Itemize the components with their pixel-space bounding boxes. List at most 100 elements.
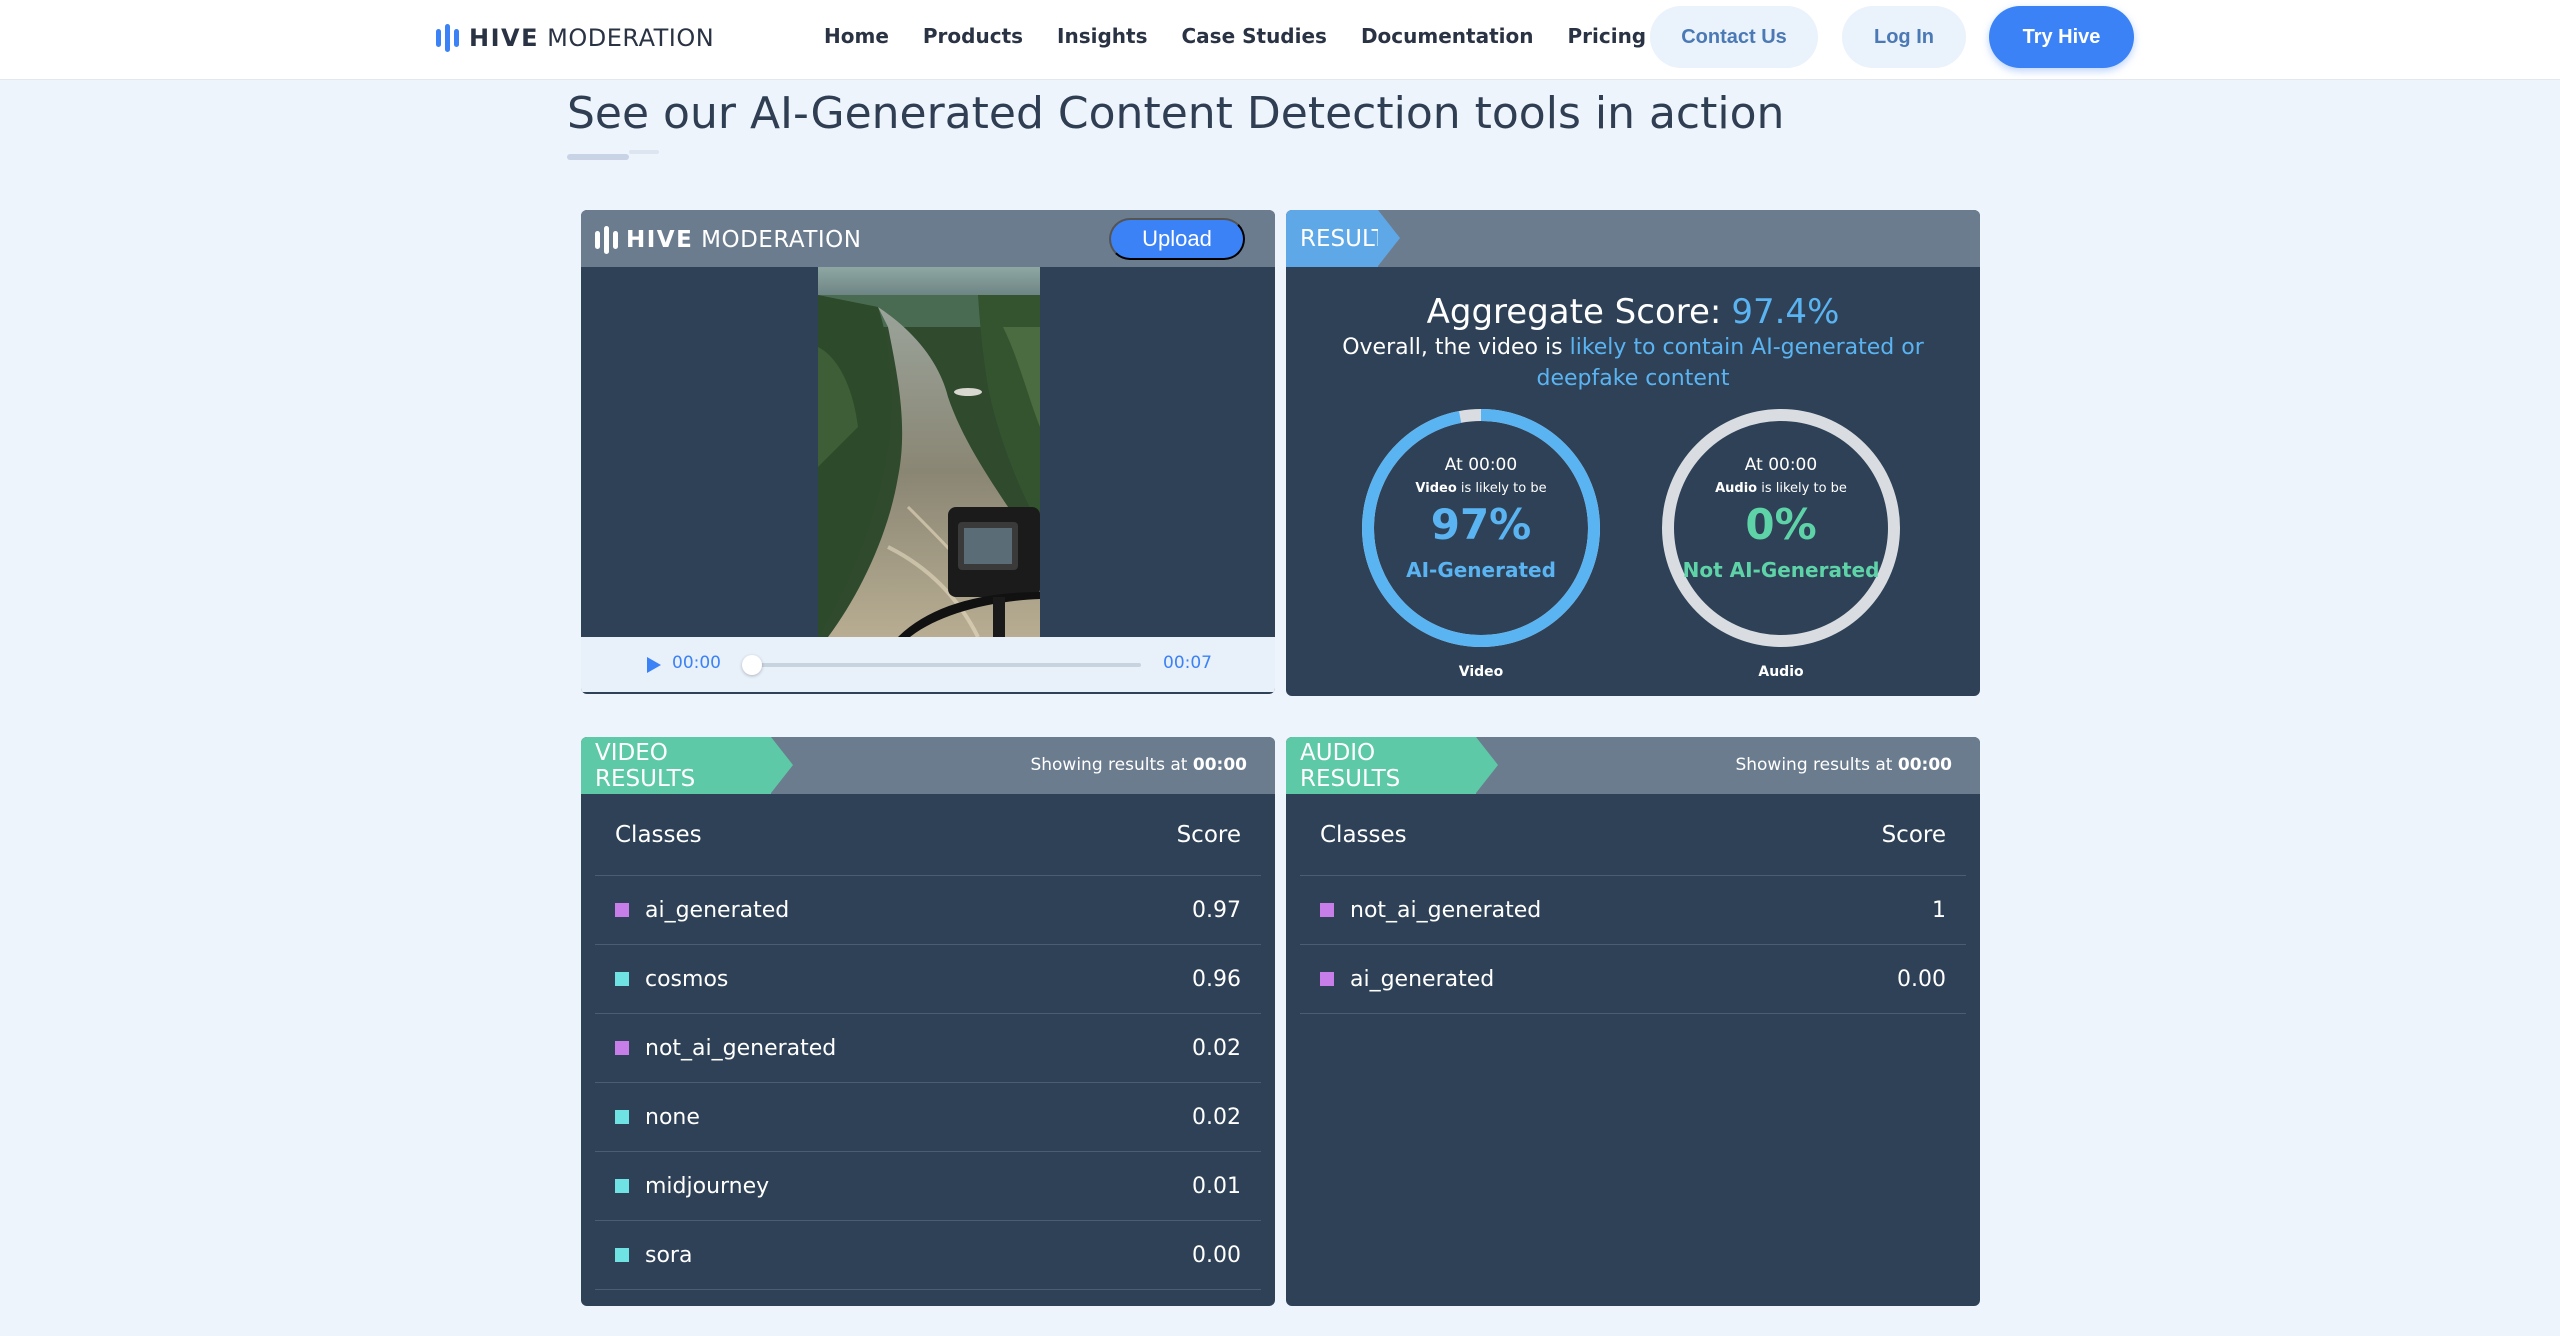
result-tab: RESULT <box>1286 210 1386 267</box>
log-in-button[interactable]: Log In <box>1842 6 1966 68</box>
audio-donut-time: At 00:00 <box>1744 455 1818 475</box>
nav-link-case-studies[interactable]: Case Studies <box>1182 24 1327 48</box>
try-hive-button[interactable]: Try Hive <box>1989 6 2134 68</box>
score-column-header: Score <box>1176 821 1241 848</box>
class-name: not_ai_generated <box>1350 897 1542 923</box>
river-aerial-image <box>818 267 1040 637</box>
class-score: 0.97 <box>1192 897 1241 923</box>
audio-donut-percent: 0% <box>1745 500 1817 549</box>
logo-bold-text: HIVE <box>469 24 539 52</box>
audio-donut-caption: Audio <box>1758 664 1804 680</box>
seek-bar[interactable] <box>747 663 1141 667</box>
audio-donut-likely: is likely to be <box>1761 481 1847 496</box>
upload-button[interactable]: Upload <box>1109 218 1245 260</box>
nav-link-pricing[interactable]: Pricing <box>1567 24 1646 48</box>
hive-logo[interactable]: HIVE MODERATION <box>436 22 714 54</box>
class-name: ai_generated <box>645 897 790 923</box>
table-row: midjourney 0.01 <box>595 1152 1261 1221</box>
video-showing-prefix: Showing results at <box>1030 755 1188 775</box>
title-underline <box>567 154 629 160</box>
class-color-swatch <box>615 903 629 917</box>
table-row: sora 0.00 <box>595 1221 1261 1290</box>
table-header: Classes Score <box>595 794 1261 876</box>
player-header: HIVE MODERATION Upload <box>581 210 1275 267</box>
class-name: not_ai_generated <box>645 1035 837 1061</box>
class-color-swatch <box>1320 903 1334 917</box>
class-score: 1 <box>1932 897 1946 923</box>
table-row: cosmos 0.96 <box>595 945 1261 1014</box>
result-header: RESULT <box>1286 210 1980 267</box>
class-score: 0.01 <box>1192 1173 1241 1199</box>
table-row: not_ai_generated 1 <box>1300 876 1966 945</box>
nav-link-products[interactable]: Products <box>923 24 1023 48</box>
video-donut-caption: Video <box>1458 664 1504 680</box>
play-icon[interactable] <box>647 657 661 673</box>
contact-us-button[interactable]: Contact Us <box>1650 6 1818 68</box>
class-color-swatch <box>1320 972 1334 986</box>
logo-light-text: MODERATION <box>547 24 715 52</box>
audio-showing-time: 00:00 <box>1897 755 1952 775</box>
audio-results-tab: AUDIO RESULTS <box>1286 737 1476 794</box>
video-results-rows: ai_generated 0.97 cosmos 0.96 not_ai_generat… <box>595 876 1261 1290</box>
class-color-swatch <box>615 1179 629 1193</box>
aggregate-score: Aggregate Score: 97.4% <box>1286 292 1980 332</box>
class-name: midjourney <box>645 1173 770 1199</box>
class-name: cosmos <box>645 966 729 992</box>
player-controls: 00:00 00:07 <box>581 637 1275 692</box>
class-name: ai_generated <box>1350 966 1495 992</box>
nav-link-documentation[interactable]: Documentation <box>1361 24 1534 48</box>
score-column-header: Score <box>1881 821 1946 848</box>
player-logo-bold: HIVE <box>626 227 694 253</box>
duration: 00:07 <box>1163 653 1212 673</box>
table-row: ai_generated 0.97 <box>595 876 1261 945</box>
overall-summary: Overall, the video is likely to contain … <box>1306 332 1960 394</box>
result-card: RESULT Aggregate Score: 97.4% Overall, th… <box>1286 210 1980 696</box>
video-showing-time: 00:00 <box>1192 755 1247 775</box>
video-results-tab: VIDEO RESULTS <box>581 737 771 794</box>
nav-link-home[interactable]: Home <box>824 24 889 48</box>
class-color-swatch <box>615 1110 629 1124</box>
video-results-header: VIDEO RESULTS Showing results at 00:00 <box>581 737 1275 794</box>
video-donut-media: Video <box>1415 481 1457 496</box>
title-underline-accent <box>629 150 659 154</box>
audio-results-table: Classes Score not_ai_generated 1 ai_genera… <box>1300 794 1966 1014</box>
audio-results-card: AUDIO RESULTS Showing results at 00:00 C… <box>1286 737 1980 1306</box>
video-donut-class: AI-Generated <box>1406 558 1556 582</box>
player-logo: HIVE MODERATION <box>595 224 861 256</box>
overall-verdict: likely to contain AI-generated or deepfa… <box>1536 335 1924 391</box>
video-results-table: Classes Score ai_generated 0.97 cosmos 0.96… <box>595 794 1261 1290</box>
class-score: 0.02 <box>1192 1104 1241 1130</box>
audio-results-showing: Showing results at 00:00 <box>1735 755 1952 775</box>
audio-score-donut: At 00:00 Audio is likely to be 0% Not AI… <box>1661 408 1901 648</box>
class-score: 0.02 <box>1192 1035 1241 1061</box>
video-results-showing: Showing results at 00:00 <box>1030 755 1247 775</box>
table-row: none 0.02 <box>595 1083 1261 1152</box>
class-score: 0.96 <box>1192 966 1241 992</box>
class-score: 0.00 <box>1192 1242 1241 1268</box>
video-donut-time: At 00:00 <box>1444 455 1518 475</box>
hive-logo-icon <box>436 24 459 52</box>
audio-showing-prefix: Showing results at <box>1735 755 1893 775</box>
audio-donut-media: Audio <box>1715 481 1758 496</box>
aggregate-value: 97.4% <box>1731 292 1840 332</box>
nav-links: Home Products Insights Case Studies Docu… <box>824 24 1646 48</box>
class-score: 0.00 <box>1897 966 1946 992</box>
overall-prefix: Overall, the video is <box>1342 335 1563 360</box>
table-header: Classes Score <box>1300 794 1966 876</box>
nav-link-insights[interactable]: Insights <box>1057 24 1147 48</box>
audio-results-header: AUDIO RESULTS Showing results at 00:00 <box>1286 737 1980 794</box>
player-logo-light: MODERATION <box>701 227 862 253</box>
table-row: not_ai_generated 0.02 <box>595 1014 1261 1083</box>
top-nav: HIVE MODERATION Home Products Insights C… <box>0 0 2560 80</box>
seek-handle[interactable] <box>742 655 762 675</box>
class-color-swatch <box>615 1041 629 1055</box>
video-score-donut: At 00:00 Video is likely to be 97% AI-Ge… <box>1361 408 1601 648</box>
aggregate-label: Aggregate Score: <box>1426 292 1722 332</box>
class-name: none <box>645 1104 700 1130</box>
classes-column-header: Classes <box>615 821 702 848</box>
video-preview[interactable] <box>818 267 1040 637</box>
video-results-card: VIDEO RESULTS Showing results at 00:00 C… <box>581 737 1275 1306</box>
table-row: ai_generated 0.00 <box>1300 945 1966 1014</box>
class-color-swatch <box>615 1248 629 1262</box>
hive-logo-icon <box>595 226 618 254</box>
